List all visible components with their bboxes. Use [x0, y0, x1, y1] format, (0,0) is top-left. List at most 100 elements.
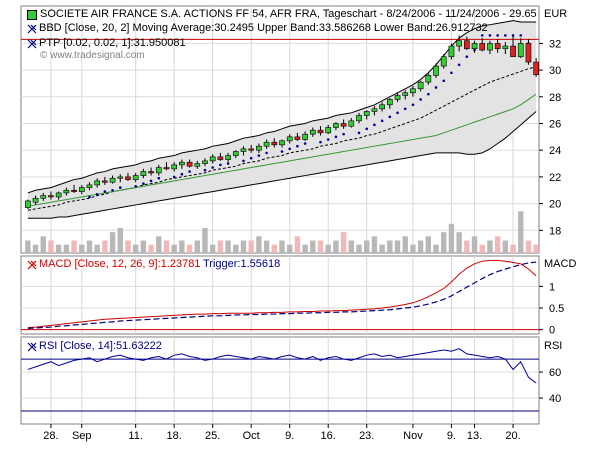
ptp-legend: PTP [0.02, 0.02, 1]:31.950081	[39, 37, 186, 49]
candle-body	[410, 88, 416, 94]
candle-body	[155, 167, 162, 174]
ptp-dot	[172, 175, 176, 179]
volume-bar	[225, 240, 231, 253]
x-tick-label: Nov	[403, 430, 423, 442]
ptp-dot	[388, 115, 392, 119]
candle-body	[433, 65, 439, 76]
ptp-dot	[334, 135, 338, 139]
candle-body	[363, 111, 370, 116]
rsi-tick-label: 60	[549, 367, 561, 379]
candle-body	[371, 108, 378, 112]
rsi-toggle-icon[interactable]	[27, 342, 37, 355]
candle-body	[340, 123, 347, 127]
ptp-dot	[257, 154, 261, 157]
candle-body	[248, 148, 255, 151]
candle-body	[448, 45, 455, 58]
volume-bar	[148, 244, 154, 253]
volume-bar	[371, 236, 378, 253]
candle-body	[55, 192, 62, 198]
x-tick-label: 20.	[505, 430, 520, 442]
ptp-dot	[465, 55, 469, 59]
x-tick-label: Sep	[72, 430, 92, 442]
candle-body	[417, 81, 424, 90]
candle-body	[394, 95, 401, 100]
candle-body	[71, 189, 77, 192]
rsi-tick-label: 40	[549, 393, 561, 405]
ptp-dot	[450, 71, 453, 75]
x-tick-label: Oct	[243, 430, 260, 442]
candle-body	[179, 161, 185, 166]
volume-bar	[217, 240, 224, 253]
candle-body	[32, 197, 39, 203]
candle-body	[386, 99, 393, 106]
macd-tick-label: 0.5	[549, 303, 564, 315]
ptp-dot	[288, 147, 292, 151]
ptp-dot	[319, 140, 322, 144]
macd-toggle-icon[interactable]	[27, 260, 37, 273]
candle-body	[132, 175, 139, 180]
price-tick-label: 18	[549, 225, 561, 237]
volume-bar	[310, 240, 316, 253]
candle-body	[494, 43, 501, 50]
volume-bar	[425, 236, 432, 253]
candle-body	[525, 43, 532, 63]
candle-body	[440, 56, 447, 67]
volume-bar	[302, 244, 308, 253]
volume-bar	[256, 236, 262, 253]
ptp-dot	[434, 86, 438, 89]
candle-body	[117, 176, 124, 179]
candle-body	[271, 141, 278, 146]
candle-body	[487, 43, 493, 51]
candle-body	[517, 43, 524, 58]
trigger-legend: Trigger:1.55618	[203, 258, 281, 270]
ptp-toggle-icon[interactable]	[27, 39, 37, 52]
ptp-dot	[149, 179, 153, 183]
ptp-dot	[403, 107, 407, 111]
ptp-dot	[519, 34, 523, 37]
x-tick-label: 9.	[285, 430, 294, 442]
ptp-dot	[411, 103, 415, 107]
candle-body	[109, 177, 116, 183]
x-tick-label: 13.	[467, 430, 482, 442]
volume-bar	[525, 240, 532, 253]
candle-body	[163, 167, 170, 170]
volume-bar	[71, 240, 77, 253]
volume-bar	[109, 232, 116, 253]
candle-body	[294, 136, 301, 140]
volume-bar	[25, 240, 31, 253]
rsi-legend: RSI [Close, 14]:51.63222	[39, 340, 162, 352]
candle-body	[25, 200, 31, 208]
volume-bar	[132, 244, 139, 253]
candle-body	[40, 195, 47, 199]
ptp-dot	[427, 92, 430, 96]
volume-bar	[125, 240, 131, 253]
ptp-dot	[265, 151, 268, 155]
price-tick-label: 22	[549, 172, 561, 184]
candle-body	[78, 187, 85, 192]
volume-bar	[86, 240, 93, 253]
volume-bar	[356, 244, 362, 253]
volume-bar	[32, 244, 39, 253]
ptp-dot	[488, 34, 492, 37]
volume-bar	[194, 240, 200, 253]
ptp-dot	[504, 34, 507, 37]
volume-bar	[55, 244, 62, 253]
ptp-dot	[111, 188, 114, 192]
ptp-dot	[180, 172, 184, 176]
volume-bar	[248, 240, 254, 253]
volume-bar	[494, 236, 501, 253]
price-tick-label: 20	[549, 199, 561, 211]
candle-body	[240, 148, 247, 152]
candle-body	[148, 171, 154, 174]
volume-bar	[271, 244, 277, 253]
candle-body	[325, 127, 332, 134]
volume-bar	[471, 236, 478, 253]
bb-toggle-icon[interactable]	[27, 24, 37, 37]
candle-body	[502, 45, 509, 50]
ptp-dot	[326, 138, 330, 141]
volume-bar	[510, 244, 516, 253]
x-tick-label: 11.	[128, 430, 142, 442]
volume-bar	[379, 244, 385, 253]
ptp-dot	[142, 182, 145, 185]
ptp-dot	[88, 195, 91, 199]
